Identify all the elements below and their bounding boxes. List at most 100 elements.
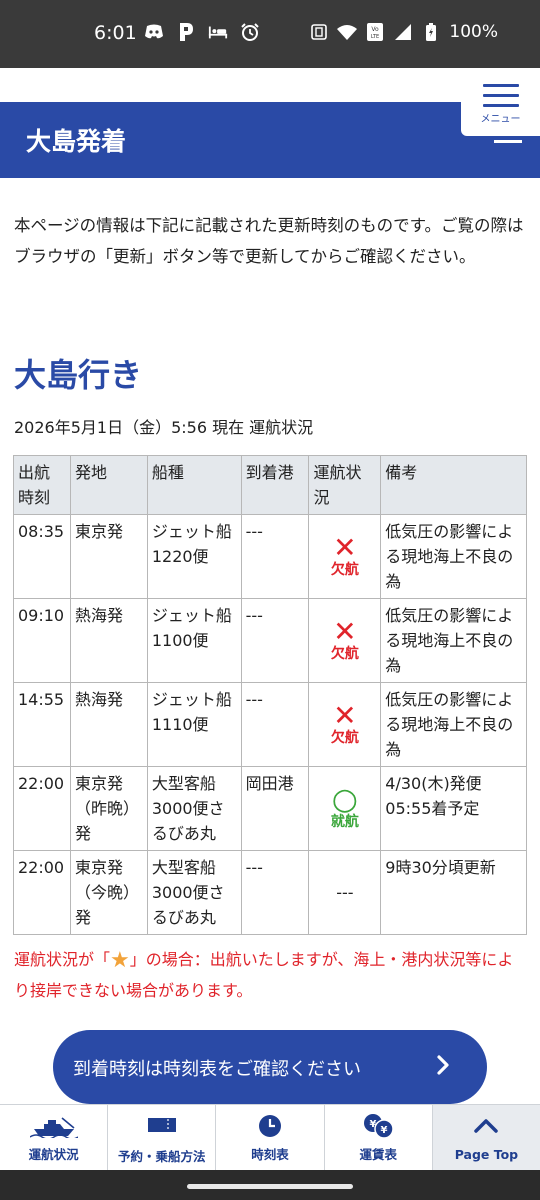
table-row: 14:55 熱海発 ジェット船 1110便 --- ✕ 欠航 低気圧の影響による… (13, 682, 527, 767)
status-label: 欠航 (330, 561, 359, 578)
bed-icon (208, 22, 228, 42)
cell-status: ✕ 欠航 (308, 682, 382, 767)
parking-icon (176, 22, 196, 42)
cell-time: 08:35 (13, 514, 71, 599)
table-row: 22:00 東京発（今晩）発 大型客船 3000便さるびあ丸 --- --- 9… (13, 850, 527, 935)
cell-note: 4/30(木)発便 05:55着予定 (380, 766, 527, 851)
svg-text:¥: ¥ (370, 1119, 377, 1130)
nav-operation-status[interactable]: 運航状況 (0, 1105, 109, 1170)
nav-reservation[interactable]: 予約・乗船方法 (108, 1105, 217, 1170)
cell-ship: 大型客船 3000便さるびあ丸 (146, 766, 242, 851)
menu-tail (494, 140, 522, 143)
cell-status: ✕ 欠航 (308, 598, 382, 683)
cell-note: 低気圧の影響による現地海上不良の為 (380, 514, 527, 599)
nav-label: 時刻表 (251, 1147, 289, 1162)
cell-port: 岡田港 (240, 766, 310, 851)
nav-timetable[interactable]: 時刻表 (216, 1105, 325, 1170)
table-row: 09:10 熱海発 ジェット船 1100便 --- ✕ 欠航 低気圧の影響による… (13, 598, 527, 683)
discord-icon (144, 22, 164, 42)
cell-port: --- (240, 598, 310, 683)
wifi-icon (337, 22, 358, 42)
header-departure-time: 出航時刻 (13, 455, 71, 515)
operate-circle-icon: ○ (331, 781, 358, 817)
chevron-up-icon (433, 1113, 540, 1139)
svg-text:LTE: LTE (371, 34, 379, 40)
cell-note: 9時30分頃更新 (380, 850, 527, 935)
status-time: 6:01 (94, 22, 137, 44)
svg-text:¥: ¥ (381, 1125, 388, 1136)
yen-coins-icon: ¥ ¥ (325, 1113, 432, 1139)
star-icon: ★ (110, 948, 130, 973)
cell-time: 22:00 (13, 850, 71, 935)
nav-page-top[interactable]: Page Top (432, 1105, 540, 1170)
alarm-icon (240, 22, 260, 42)
menu-label: メニュー (480, 114, 521, 125)
notice-prefix: 運航状況が「 (14, 950, 111, 969)
signal-icon (393, 22, 413, 42)
status-label: 欠航 (330, 729, 359, 746)
header-arrival-port: 到着港 (240, 455, 310, 515)
bottom-nav: 運航状況 予約・乗船方法 時刻表 ¥ ¥ 運賃表 Page Top (0, 1104, 540, 1170)
cell-ship: ジェット船 1110便 (146, 682, 242, 767)
gesture-bar (0, 1170, 540, 1200)
status-label: 就航 (330, 813, 359, 830)
operation-status-table: 出航時刻 発地 船種 到着港 運航状況 備考 08:35 東京発 ジェット船 1… (13, 455, 527, 935)
cell-status: --- (308, 850, 382, 935)
nav-label: 予約・乗船方法 (118, 1149, 206, 1164)
svg-text:Vo: Vo (372, 26, 380, 33)
cell-time: 22:00 (13, 766, 71, 851)
chevron-right-icon (435, 1054, 451, 1082)
intro-text: 本ページの情報は下記に記載された更新時刻のものです。ご覧の際はブラウザの「更新」… (14, 216, 524, 266)
nav-label: 運航状況 (28, 1147, 79, 1162)
cell-status: ○ 就航 (308, 766, 382, 851)
cell-origin: 東京発（今晩）発 (69, 850, 148, 935)
cell-origin: 東京発（昨晩）発 (69, 766, 148, 851)
table-row: 08:35 東京発 ジェット船 1220便 --- ✕ 欠航 低気圧の影響による… (13, 514, 527, 599)
header-notes: 備考 (380, 455, 527, 515)
table-row: 22:00 東京発（昨晩）発 大型客船 3000便さるびあ丸 岡田港 ○ 就航 … (13, 766, 527, 851)
nav-label: 運賃表 (359, 1147, 397, 1162)
cell-origin: 東京発 (69, 514, 148, 599)
cell-port: --- (240, 514, 310, 599)
status-updated-line: 2026年5月1日（金）5:56 現在 運航状況 (14, 418, 314, 437)
volte-icon: Vo LTE (365, 22, 385, 42)
clock-icon (216, 1113, 323, 1139)
page-title: 大島発着 (26, 127, 127, 156)
battery-icon (421, 22, 441, 42)
cell-note: 低気圧の影響による現地海上不良の為 (380, 598, 527, 683)
status-bar: 6:01 Vo LTE 100% (0, 0, 540, 68)
cell-port: --- (240, 850, 310, 935)
nav-fares[interactable]: ¥ ¥ 運賃表 (325, 1105, 433, 1170)
header-origin: 発地 (69, 455, 148, 515)
nfc-icon (309, 22, 329, 42)
cancel-x-icon: ✕ (333, 614, 357, 648)
cancel-x-icon: ✕ (333, 530, 357, 564)
cell-status: ✕ 欠航 (308, 514, 382, 599)
menu-button[interactable]: メニュー (461, 72, 540, 136)
nav-label: Page Top (454, 1147, 519, 1162)
header-status: 運航状況 (308, 455, 382, 515)
timetable-link-button[interactable]: 到着時刻は時刻表をご確認ください (53, 1030, 487, 1104)
ship-icon (0, 1113, 107, 1139)
notice-text: 運航状況が「★」の場合：出航いたしますが、海上・港内状況等により接岸できない場合… (14, 944, 528, 1006)
ticket-icon (108, 1113, 215, 1139)
battery-percent: 100% (449, 22, 498, 42)
cell-ship: ジェット船 1100便 (146, 598, 242, 683)
status-label: 欠航 (330, 645, 359, 662)
header-ship-type: 船種 (146, 455, 242, 515)
cell-ship: 大型客船 3000便さるびあ丸 (146, 850, 242, 935)
cell-origin: 熱海発 (69, 598, 148, 683)
cell-time: 09:10 (13, 598, 71, 683)
table-header-row: 出航時刻 発地 船種 到着港 運航状況 備考 (13, 455, 527, 515)
timetable-link-label: 到着時刻は時刻表をご確認ください (73, 1059, 361, 1080)
home-gesture-handle[interactable] (187, 1184, 353, 1189)
status-label: --- (336, 883, 354, 902)
cell-note: 低気圧の影響による現地海上不良の為 (380, 682, 527, 767)
cell-ship: ジェット船 1220便 (146, 514, 242, 599)
cell-port: --- (240, 682, 310, 767)
cancel-x-icon: ✕ (333, 698, 357, 732)
cell-time: 14:55 (13, 682, 71, 767)
header-spacer (0, 68, 540, 102)
section-title: 大島行き (14, 356, 143, 394)
cell-origin: 熱海発 (69, 682, 148, 767)
